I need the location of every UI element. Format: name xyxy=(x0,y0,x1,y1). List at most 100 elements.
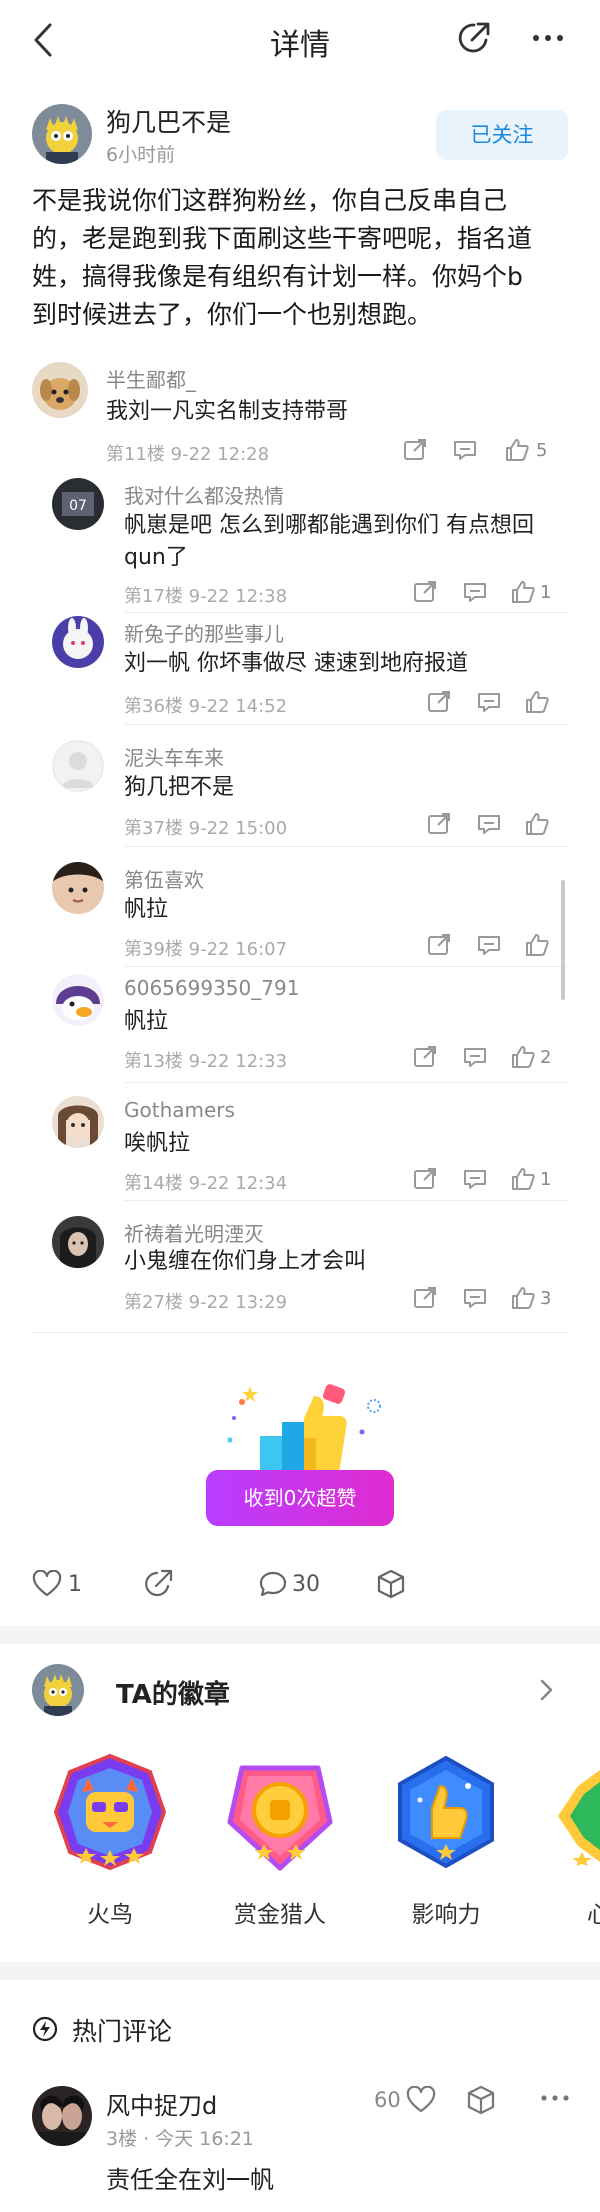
share-icon[interactable] xyxy=(426,933,452,957)
share-icon[interactable] xyxy=(412,1167,438,1191)
share-icon[interactable] xyxy=(402,438,428,462)
author-avatar-small[interactable] xyxy=(32,1664,84,1716)
like-icon[interactable] xyxy=(510,580,536,604)
comment-icon[interactable] xyxy=(258,1570,288,1598)
like-count: 5 xyxy=(536,440,548,461)
heart-icon[interactable] xyxy=(32,1570,62,1598)
comment-text: 小鬼缠在你们身上才会叫 xyxy=(124,1249,367,1274)
commenter-avatar[interactable] xyxy=(32,2086,92,2146)
commenter-avatar[interactable] xyxy=(52,616,104,668)
share-icon[interactable] xyxy=(426,812,452,836)
badge-firebird-icon[interactable] xyxy=(52,1752,168,1876)
comment-meta: 第17楼 9-22 12:38 xyxy=(124,586,288,607)
like-icon[interactable] xyxy=(510,1045,536,1069)
comment-text: qun了 xyxy=(124,545,188,570)
commenter-name[interactable]: 6065699350_791 xyxy=(124,976,299,1000)
commenter-avatar[interactable] xyxy=(52,740,104,792)
reply-icon[interactable] xyxy=(452,438,478,462)
badge-label: 心 xyxy=(587,1902,600,1928)
commenter-avatar[interactable] xyxy=(52,862,104,914)
commenter-avatar[interactable] xyxy=(32,362,88,418)
like-icon[interactable] xyxy=(510,1167,536,1191)
commenter-avatar[interactable] xyxy=(52,1096,104,1148)
comment-text: 我刘一凡实名制支持带哥 xyxy=(106,399,349,424)
like-count: 1 xyxy=(540,582,552,603)
badge-bounty-hunter-icon[interactable] xyxy=(222,1752,338,1876)
badge-label: 火鸟 xyxy=(87,1902,133,1928)
like-count: 1 xyxy=(540,1169,552,1190)
comment-text: 帆拉 xyxy=(124,1009,169,1034)
chevron-right-icon[interactable] xyxy=(536,1678,556,1702)
commenter-name[interactable]: 泥头车车来 xyxy=(124,742,224,771)
post-line: 的，老是跑到我下面刷这些干寄吧呢，指名道 xyxy=(32,224,533,253)
collect-box-icon[interactable] xyxy=(376,1568,406,1600)
commenter-avatar[interactable]: 07 xyxy=(52,478,104,530)
like-icon[interactable] xyxy=(524,690,550,714)
divider xyxy=(124,966,568,967)
share-icon[interactable] xyxy=(412,1286,438,1310)
post-like-count: 1 xyxy=(68,1572,82,1597)
post-line: 姓，搞得我像是有组织有计划一样。你妈个b xyxy=(32,262,523,291)
divider xyxy=(124,1082,568,1083)
author-name[interactable]: 狗几巴不是 xyxy=(106,103,231,139)
comment-meta: 第14楼 9-22 12:34 xyxy=(124,1173,288,1194)
commenter-avatar[interactable] xyxy=(52,974,104,1026)
badge-influence-icon[interactable] xyxy=(388,1752,504,1876)
top-nav-bar: 详情 xyxy=(0,0,600,80)
commenter-avatar[interactable] xyxy=(52,1216,104,1268)
heart-icon[interactable] xyxy=(406,2086,436,2114)
comment-text: 唉帆拉 xyxy=(124,1131,191,1156)
like-icon[interactable] xyxy=(524,933,550,957)
hot-comments-icon xyxy=(32,2016,58,2042)
comment-meta: 第36楼 9-22 14:52 xyxy=(124,696,288,717)
like-icon[interactable] xyxy=(510,1286,536,1310)
commenter-name[interactable]: 第伍喜欢 xyxy=(124,864,204,893)
divider xyxy=(124,724,568,725)
comment-text: 帆崽是吧 怎么到哪都能遇到你们 有点想回 xyxy=(124,513,534,538)
badges-title: TA的徽章 xyxy=(116,1680,230,1710)
commenter-name[interactable]: 风中捉刀d xyxy=(106,2086,217,2121)
reply-icon[interactable] xyxy=(462,1286,488,1310)
more-options-icon[interactable] xyxy=(540,2092,570,2104)
like-count: 3 xyxy=(540,1288,552,1309)
commenter-name[interactable]: 新兔子的那些事儿 xyxy=(124,618,284,647)
post-line: 到时候进去了，你们一个也别想跑。 xyxy=(32,300,433,329)
hot-comments-title: 热门评论 xyxy=(72,2017,173,2046)
badge-label: 影响力 xyxy=(411,1902,481,1928)
commenter-name[interactable]: 我对什么都没热情 xyxy=(124,480,284,509)
commenter-name[interactable]: 半生鄙都_ xyxy=(106,364,196,393)
badge-heart-icon[interactable] xyxy=(552,1766,600,1866)
reply-icon[interactable] xyxy=(476,933,502,957)
scrollbar-thumb[interactable] xyxy=(561,880,565,1000)
svg-text:07: 07 xyxy=(69,498,87,514)
comment-meta: 第39楼 9-22 16:07 xyxy=(124,939,288,960)
commenter-name[interactable]: Gothamers xyxy=(124,1098,235,1122)
badge-label: 赏金猎人 xyxy=(234,1902,326,1928)
page-title: 详情 xyxy=(270,28,330,63)
share-icon[interactable] xyxy=(456,20,492,56)
post-time: 6小时前 xyxy=(106,144,176,166)
follow-button[interactable]: 已关注 xyxy=(436,110,568,160)
commenter-name[interactable]: 祈祷着光明湮灭 xyxy=(124,1218,264,1247)
reply-icon[interactable] xyxy=(462,1167,488,1191)
like-icon[interactable] xyxy=(524,812,550,836)
comment-text: 狗几把不是 xyxy=(124,775,235,800)
reply-icon[interactable] xyxy=(462,580,488,604)
share-icon[interactable] xyxy=(142,1568,174,1600)
share-icon[interactable] xyxy=(426,690,452,714)
superlike-button[interactable]: 收到0次超赞 xyxy=(206,1470,394,1526)
reply-icon[interactable] xyxy=(476,690,502,714)
like-icon[interactable] xyxy=(504,438,530,462)
reply-icon[interactable] xyxy=(476,812,502,836)
like-count: 60 xyxy=(374,2088,401,2112)
collect-box-icon[interactable] xyxy=(466,2084,496,2116)
section-divider xyxy=(0,1962,600,1980)
share-icon[interactable] xyxy=(412,580,438,604)
more-options-icon[interactable] xyxy=(530,26,566,50)
share-icon[interactable] xyxy=(412,1045,438,1069)
comment-meta: 第11楼 9-22 12:28 xyxy=(106,444,270,465)
reply-icon[interactable] xyxy=(462,1045,488,1069)
author-avatar[interactable] xyxy=(32,104,92,164)
comment-meta: 第37楼 9-22 15:00 xyxy=(124,818,288,839)
divider xyxy=(124,846,568,847)
